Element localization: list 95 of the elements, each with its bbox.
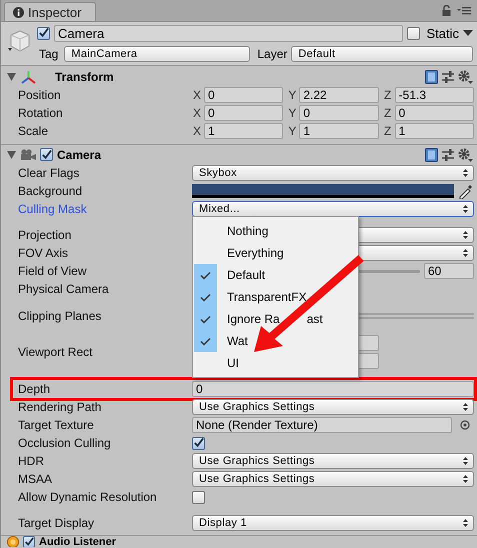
menu-icon[interactable] bbox=[457, 6, 471, 15]
component-title: Audio Listener bbox=[39, 536, 116, 547]
layer-dropdown[interactable]: Default bbox=[291, 46, 473, 62]
menu-item[interactable]: Ignore Ra bbox=[227, 312, 280, 326]
dropdown[interactable]: Display 1 bbox=[192, 515, 474, 531]
updown-arrows-icon bbox=[463, 169, 468, 177]
updown-arrows-icon bbox=[463, 231, 468, 239]
number-field[interactable]: 0 bbox=[204, 105, 284, 121]
lock-icon[interactable] bbox=[442, 5, 451, 16]
object-field[interactable]: None (Render Texture) bbox=[192, 417, 452, 433]
menu-item[interactable]: Default bbox=[227, 268, 266, 282]
dropdown[interactable]: Use Graphics Settings bbox=[192, 453, 474, 469]
number-field[interactable]: 0 bbox=[192, 381, 474, 397]
static-checkbox[interactable] bbox=[407, 26, 420, 40]
color-field[interactable] bbox=[192, 184, 454, 198]
component-title: Camera bbox=[57, 148, 102, 162]
axis-label: Z bbox=[382, 106, 392, 120]
updown-arrows-icon bbox=[463, 205, 468, 213]
tag-label: Tag bbox=[39, 47, 58, 61]
camera-icon bbox=[20, 148, 36, 160]
sliders-icon[interactable] bbox=[442, 148, 454, 160]
property-label: Target Texture bbox=[18, 418, 95, 432]
updown-arrows-icon bbox=[463, 249, 468, 257]
settings-icon[interactable] bbox=[458, 70, 473, 84]
number-field[interactable]: 1 bbox=[394, 123, 474, 139]
property-label: HDR bbox=[18, 454, 45, 468]
eyedropper-icon[interactable] bbox=[458, 183, 474, 199]
number-field[interactable]: -51.3 bbox=[394, 87, 474, 103]
number-field[interactable]: 60 bbox=[424, 263, 474, 279]
number-field[interactable]: 2.22 bbox=[299, 87, 379, 103]
menu-item[interactable]: Wat bbox=[227, 334, 248, 348]
info-icon bbox=[13, 6, 24, 18]
enabled-checkbox[interactable] bbox=[23, 536, 35, 547]
object-picker-icon[interactable] bbox=[460, 420, 470, 430]
menu-item[interactable]: Nothing bbox=[227, 224, 268, 238]
property-label: Culling Mask bbox=[18, 202, 88, 216]
property-label: Target Display bbox=[18, 516, 96, 530]
axis-label: Z bbox=[382, 88, 392, 102]
checkbox[interactable] bbox=[192, 490, 205, 504]
property-label: Depth bbox=[18, 382, 52, 396]
property-label: Field of View bbox=[18, 264, 88, 278]
property-label: FOV Axis bbox=[18, 246, 70, 260]
inspector-tab[interactable]: Inspector bbox=[4, 2, 96, 21]
axis-label: X bbox=[192, 124, 202, 138]
axis-label: Y bbox=[287, 88, 298, 102]
enabled-checkbox[interactable] bbox=[40, 148, 53, 161]
dropdown[interactable]: Skybox bbox=[192, 165, 474, 181]
updown-arrows-icon bbox=[463, 475, 468, 483]
dropdown[interactable]: Use Graphics Settings bbox=[192, 399, 474, 415]
updown-arrows-icon bbox=[463, 403, 468, 411]
name-field[interactable]: Camera bbox=[54, 24, 404, 42]
static-label: Static bbox=[426, 26, 459, 40]
menu-item[interactable]: UI bbox=[227, 356, 239, 370]
property-label: Background bbox=[18, 184, 84, 198]
axis-label: Y bbox=[287, 106, 298, 120]
layer-label: Layer bbox=[257, 47, 288, 61]
component-title: Transform bbox=[55, 70, 114, 84]
property-label: Rotation bbox=[18, 106, 64, 120]
tag-dropdown[interactable]: MainCamera bbox=[64, 46, 250, 62]
number-field[interactable]: 0 bbox=[299, 105, 379, 121]
property-label: Projection bbox=[18, 228, 72, 242]
dropdown[interactable]: Use Graphics Settings bbox=[192, 471, 474, 487]
property-label: Viewport Rect bbox=[18, 345, 94, 359]
updown-arrows-icon bbox=[463, 457, 468, 465]
property-label: Allow Dynamic Resolution bbox=[18, 490, 158, 504]
property-label: Position bbox=[18, 88, 62, 102]
axis-label: X bbox=[192, 88, 202, 102]
axis-label: X bbox=[192, 106, 202, 120]
number-field[interactable]: 0 bbox=[394, 105, 474, 121]
menu-item-fragment: ast bbox=[306, 312, 323, 326]
sliders-icon[interactable] bbox=[442, 71, 454, 83]
dropdown[interactable]: Mixed... bbox=[192, 201, 474, 217]
property-label: MSAA bbox=[18, 472, 54, 486]
active-checkbox[interactable] bbox=[37, 26, 50, 40]
property-label: Clipping Planes bbox=[18, 309, 102, 323]
menu-item[interactable]: Everything bbox=[227, 246, 284, 260]
checkbox[interactable] bbox=[192, 436, 205, 450]
axis-label: Z bbox=[382, 124, 392, 138]
number-field[interactable]: 0 bbox=[204, 87, 284, 103]
dropdown-arrow-icon[interactable] bbox=[463, 30, 473, 36]
property-label: Rendering Path bbox=[18, 400, 102, 414]
property-label: Physical Camera bbox=[18, 282, 110, 296]
axes-icon bbox=[20, 70, 37, 84]
fold-triangle-icon[interactable] bbox=[7, 150, 16, 158]
speaker-icon bbox=[7, 536, 19, 547]
property-label: Scale bbox=[18, 124, 50, 138]
property-label: Occlusion Culling bbox=[18, 436, 112, 450]
axis-label: Y bbox=[287, 124, 298, 138]
menu-item[interactable]: TransparentFX bbox=[227, 290, 307, 304]
number-field[interactable]: 1 bbox=[204, 123, 284, 139]
fold-triangle-icon[interactable] bbox=[7, 73, 16, 81]
number-field[interactable]: 1 bbox=[299, 123, 379, 139]
property-label: Clear Flags bbox=[18, 166, 80, 180]
updown-arrows-icon bbox=[463, 519, 468, 527]
settings-icon[interactable] bbox=[458, 148, 473, 162]
